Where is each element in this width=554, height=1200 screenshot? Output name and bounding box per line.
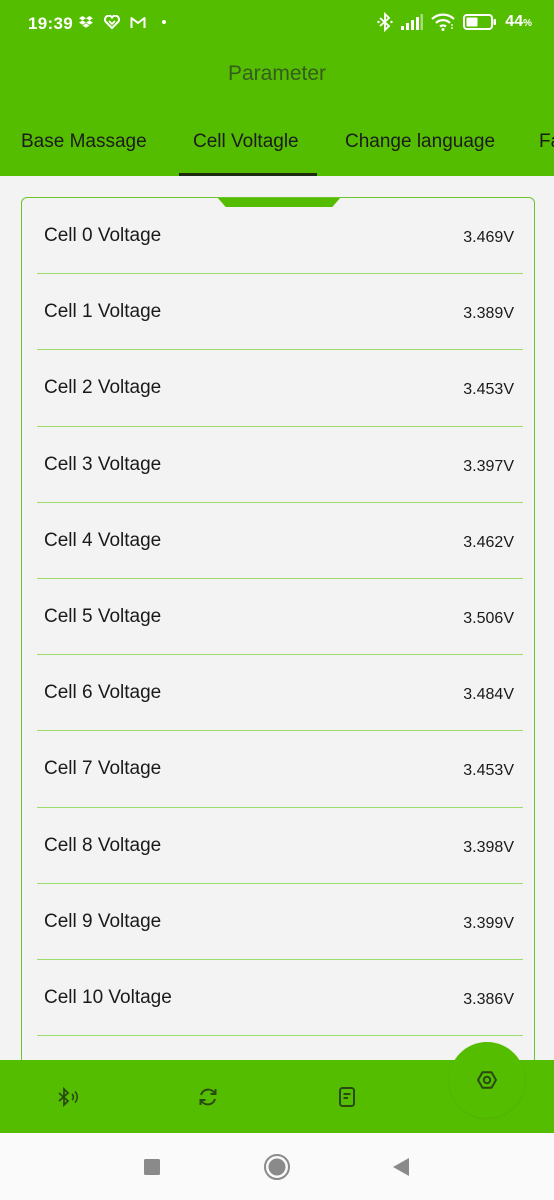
battery-icon — [463, 12, 497, 32]
system-status-icons: 44% — [377, 12, 532, 32]
bluetooth-connect-button[interactable] — [51, 1080, 85, 1114]
tab-bar: Base Massage Cell Voltagle Change langua… — [0, 104, 554, 176]
cell-voltage-label: Cell 1 Voltage — [44, 301, 162, 323]
page-title: Parameter — [227, 62, 327, 85]
cell-voltage-value: 3.453V — [463, 381, 514, 399]
tab-cell-voltage[interactable]: Cell Voltagle — [193, 131, 299, 153]
cell-voltage-label: Cell 4 Voltage — [44, 529, 162, 551]
app-icon — [104, 13, 120, 31]
cell-voltage-value: 3.397V — [463, 457, 514, 475]
list-item: Cell 3 Voltage 3.397V — [37, 427, 523, 503]
refresh-button[interactable] — [191, 1080, 225, 1114]
list-item: Cell 4 Voltage 3.462V — [37, 503, 523, 579]
back-button[interactable] — [387, 1153, 415, 1181]
list-item: Cell 1 Voltage 3.389V — [37, 274, 523, 351]
settings-icon — [477, 1071, 497, 1089]
recents-button[interactable] — [138, 1153, 166, 1181]
cell-voltage-label: Cell 8 Voltage — [44, 834, 162, 856]
wifi-icon — [431, 12, 456, 32]
cell-voltage-value: 3.506V — [463, 609, 514, 627]
document-icon — [339, 1087, 355, 1107]
cell-voltage-label: Cell 2 Voltage — [44, 377, 162, 399]
status-bar: 19:39 44% — [0, 0, 554, 48]
cell-voltage-label: Cell 9 Voltage — [44, 910, 162, 932]
app-header: Parameter — [0, 48, 554, 104]
dot-icon — [156, 13, 172, 31]
tab-fa[interactable]: Fa — [539, 131, 554, 153]
battery-percent: 44% — [505, 13, 532, 30]
cell-voltage-value: 3.453V — [463, 762, 514, 780]
recents-icon — [144, 1159, 160, 1175]
list-item: Cell 9 Voltage 3.399V — [37, 884, 523, 960]
cell-voltage-list: Cell 0 Voltage 3.469V Cell 1 Voltage 3.3… — [37, 198, 523, 1037]
gmail-icon — [130, 13, 146, 31]
cell-voltage-card: Cell 0 Voltage 3.469V Cell 1 Voltage 3.3… — [21, 197, 535, 1097]
cell-voltage-value: 3.462V — [463, 533, 514, 551]
cell-voltage-label: Cell 5 Voltage — [44, 605, 162, 627]
cell-voltage-label: Cell 6 Voltage — [44, 682, 162, 704]
cell-voltage-label: Cell 3 Voltage — [44, 453, 162, 475]
cell-voltage-value: 3.389V — [463, 305, 514, 323]
cell-voltage-label: Cell 7 Voltage — [44, 758, 162, 780]
settings-fab[interactable] — [449, 1042, 525, 1118]
cell-voltage-value: 3.399V — [463, 914, 514, 932]
cell-voltage-value: 3.484V — [463, 686, 514, 704]
bluetooth-icon — [377, 12, 393, 32]
home-button[interactable] — [263, 1153, 291, 1181]
list-item: Cell 2 Voltage 3.453V — [37, 350, 523, 427]
cell-voltage-label: Cell 0 Voltage — [44, 225, 162, 246]
list-item: Cell 6 Voltage 3.484V — [37, 655, 523, 732]
list-item: Cell 10 Voltage 3.386V — [37, 960, 523, 1037]
back-icon — [393, 1158, 409, 1176]
list-item: Cell 5 Voltage 3.506V — [37, 579, 523, 656]
status-time: 19:39 — [28, 14, 73, 33]
dropbox-icon — [78, 13, 94, 31]
cell-voltage-label: Cell 10 Voltage — [44, 986, 172, 1008]
tab-change-language[interactable]: Change language — [345, 131, 495, 153]
signal-icon — [401, 12, 424, 32]
tab-base-massage[interactable]: Base Massage — [21, 131, 147, 153]
bluetooth-connect-icon — [58, 1086, 78, 1108]
system-navigation-bar — [0, 1133, 554, 1200]
tab-active-indicator — [179, 173, 317, 176]
notification-icons — [78, 13, 172, 31]
cell-voltage-value: 3.386V — [463, 990, 514, 1008]
home-icon — [264, 1154, 290, 1180]
document-button[interactable] — [330, 1080, 364, 1114]
list-item: Cell 0 Voltage 3.469V — [37, 198, 523, 275]
refresh-icon — [199, 1088, 217, 1106]
list-item: Cell 7 Voltage 3.453V — [37, 731, 523, 808]
cell-voltage-value: 3.398V — [463, 838, 514, 856]
list-item: Cell 8 Voltage 3.398V — [37, 808, 523, 884]
cell-voltage-value: 3.469V — [463, 229, 514, 246]
